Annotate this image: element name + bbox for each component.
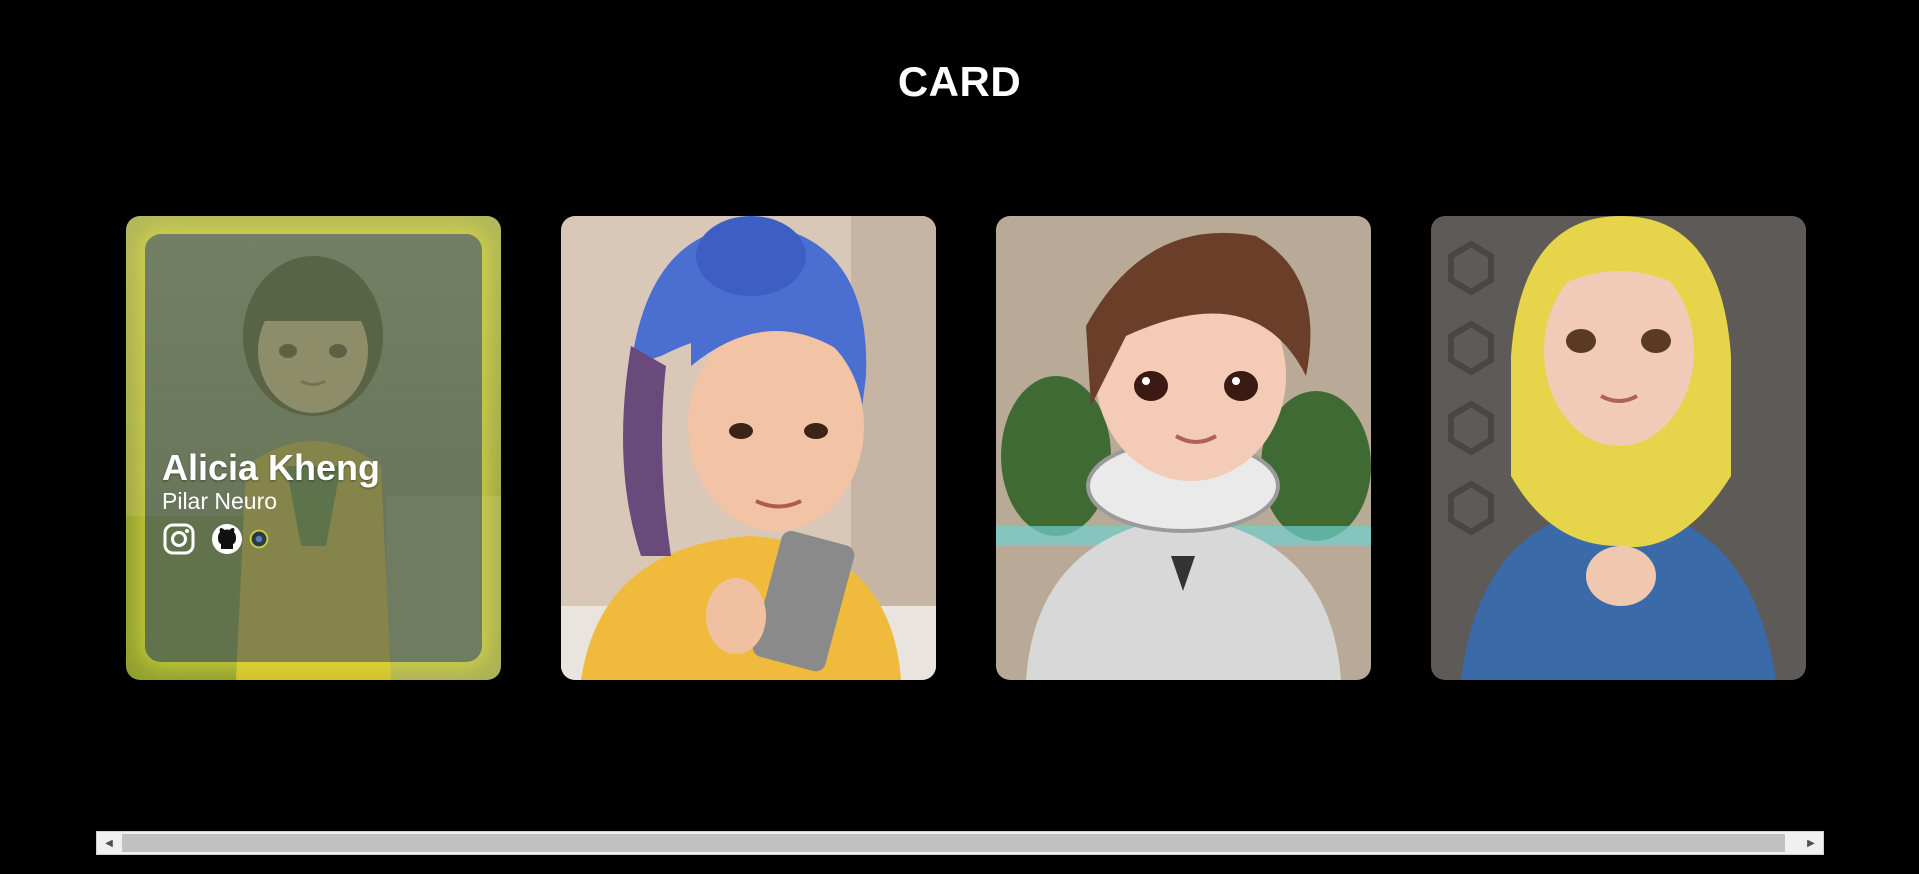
instagram-icon[interactable]	[162, 522, 196, 556]
profile-card-1[interactable]: Alicia Kheng Pilar Neuro	[126, 216, 501, 680]
card-2-illustration	[561, 216, 936, 680]
scrollbar-thumb[interactable]	[122, 834, 1785, 852]
scroll-left-arrow-icon[interactable]: ◀	[97, 832, 121, 854]
scroll-right-arrow-icon[interactable]: ▶	[1799, 832, 1823, 854]
profile-card-2[interactable]	[561, 216, 936, 680]
page-title: CARD	[897, 58, 1022, 105]
card-role: Pilar Neuro	[162, 488, 278, 514]
card-3-illustration	[996, 216, 1371, 680]
profile-card-3[interactable]	[996, 216, 1371, 680]
card-4-illustration	[1431, 216, 1806, 680]
extra-social-icon[interactable]	[248, 528, 270, 550]
github-icon[interactable]	[210, 522, 244, 556]
social-links	[162, 522, 380, 556]
profile-card-4[interactable]	[1431, 216, 1806, 680]
card-info: Alicia Kheng Pilar Neuro	[162, 448, 380, 556]
card-name: Alicia Kheng	[162, 447, 381, 488]
horizontal-scrollbar[interactable]: ◀ ▶	[96, 831, 1824, 855]
